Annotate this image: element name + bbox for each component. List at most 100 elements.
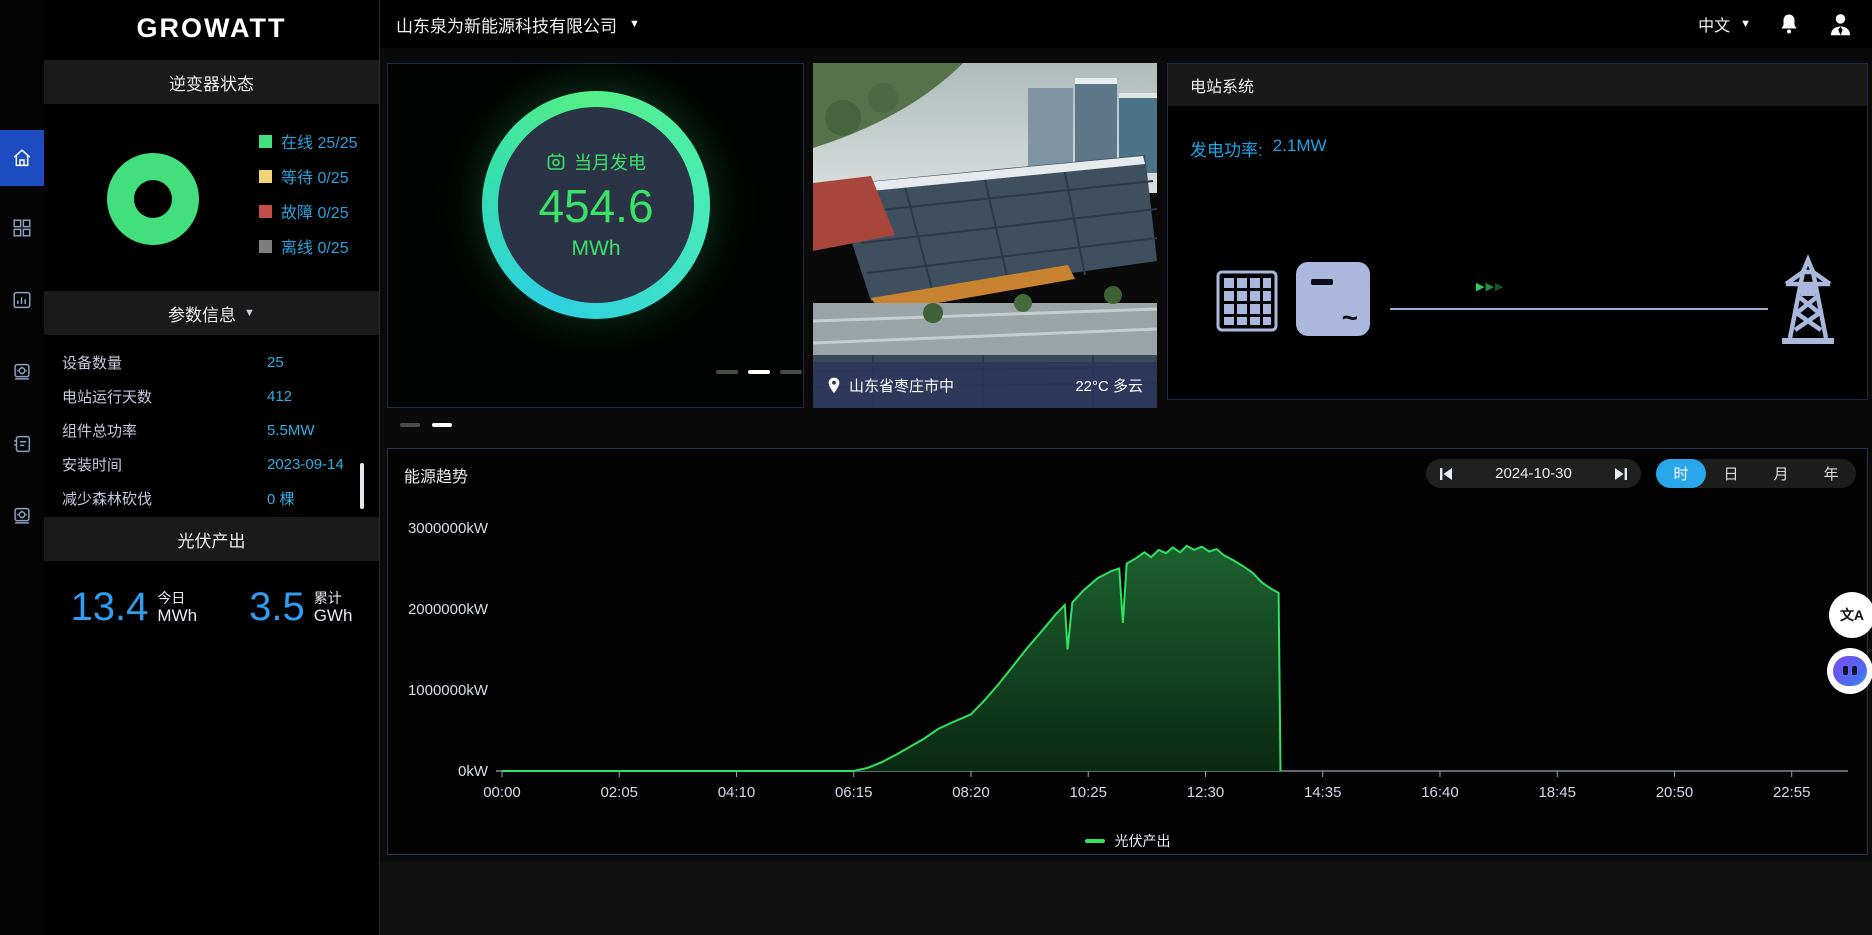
logbook-icon (11, 433, 33, 455)
status-label: 等待 0/25 (281, 164, 349, 188)
nav-rail (0, 0, 44, 935)
chevron-down-icon: ▼ (1740, 18, 1751, 30)
power-flow-arrows: ▶▶▶ (1476, 280, 1504, 293)
pv-total-value: 3.5 (249, 585, 305, 630)
notifications-button[interactable] (1777, 12, 1801, 36)
param-label: 设备数量 (62, 352, 267, 373)
energy-trend-chart: 0kW1000000kW2000000kW3000000kW00:0002:05… (388, 449, 1867, 814)
page-dash-inactive[interactable] (716, 370, 738, 374)
nav-item-devices[interactable] (0, 344, 44, 400)
param-value: 25 (267, 354, 379, 371)
chart-legend: 光伏产出 (388, 831, 1867, 851)
plant-photo-card: 山东省枣庄市中 22°C 多云 (813, 63, 1157, 408)
nav-item-home[interactable] (0, 130, 44, 186)
param-row: 设备数量25 (44, 345, 379, 379)
x-tick-label: 12:30 (1187, 784, 1225, 801)
home-icon (11, 147, 33, 169)
inverter-icon: ~ (1296, 262, 1370, 336)
param-label: 减少森林砍伐 (62, 488, 267, 509)
x-tick-label: 22:55 (1773, 784, 1811, 801)
bell-icon (1777, 12, 1801, 36)
language-selector[interactable]: 中文 ▼ (1698, 12, 1751, 36)
y-tick-label: 1000000kW (408, 682, 489, 699)
plant-system-card: 电站系统 发电功率: 2.1MW ~ ▶▶▶ (1167, 63, 1868, 400)
inverter-status-legend: 在线 25/25等待 0/25故障 0/25离线 0/25 (259, 130, 358, 257)
x-tick-label: 00:00 (483, 784, 521, 801)
monthly-generation-icon (546, 152, 566, 172)
footer-band (380, 862, 1872, 935)
x-tick-label: 06:15 (835, 784, 873, 801)
pv-today-value: 13.4 (71, 585, 149, 630)
status-legend-item: 故障 0/25 (259, 200, 358, 222)
x-tick-label: 16:40 (1421, 784, 1459, 801)
power-flow-line (1390, 308, 1768, 310)
param-row: 电站运行天数412 (44, 379, 379, 413)
pv-output-title: 光伏产出 (178, 527, 246, 552)
param-row: 组件总功率5.5MW (44, 413, 379, 447)
param-label: 安装时间 (62, 454, 267, 475)
inverter-status-header: 逆变器状态 (44, 60, 379, 104)
nav-item-apps[interactable] (0, 200, 44, 256)
weather-info: 22°C 多云 (1075, 375, 1143, 396)
x-tick-label: 02:05 (600, 784, 638, 801)
plant-selector-label: 山东泉为新能源科技有限公司 (396, 12, 617, 37)
solar-panel-icon (1216, 270, 1278, 332)
translate-button[interactable]: 文A (1829, 592, 1872, 638)
pv-total: 3.5 累计 GWh (249, 585, 352, 630)
page-dash-active[interactable] (432, 423, 452, 427)
legend-series-name: 光伏产出 (1115, 831, 1171, 851)
settings-gear-icon (11, 505, 33, 527)
pv-today-label: 今日 (157, 590, 197, 606)
plant-system-header: 电站系统 (1168, 64, 1867, 106)
pv-today-unit: MWh (157, 606, 197, 626)
nav-item-reports[interactable] (0, 272, 44, 328)
page-dash-active[interactable] (748, 370, 770, 374)
inverter-status-title: 逆变器状态 (169, 70, 254, 95)
pv-output-values: 13.4 今日 MWh 3.5 累计 GWh (44, 585, 379, 630)
param-row: 减少森林砍伐0 棵 (44, 481, 379, 515)
y-tick-label: 3000000kW (408, 520, 489, 537)
brand-logo: GROWATT (44, 0, 379, 56)
status-label: 故障 0/25 (281, 199, 349, 223)
account-button[interactable] (1827, 11, 1854, 38)
inverter-status-donut (107, 153, 199, 245)
params-header[interactable]: 参数信息 ▼ (44, 291, 379, 335)
energy-trend-card: 能源趋势 2024-10-30 时日月年 0kW1000000kW2000000… (387, 448, 1868, 855)
plant-photo (813, 63, 1157, 408)
status-legend-item: 离线 0/25 (259, 235, 358, 257)
chevron-down-icon: ▼ (244, 307, 255, 319)
legend-marker (1085, 839, 1105, 843)
pv-today: 13.4 今日 MWh (71, 585, 198, 630)
param-label: 组件总功率 (62, 420, 267, 441)
plant-selector[interactable]: 山东泉为新能源科技有限公司 ▼ (396, 0, 640, 48)
gauge-unit: MWh (572, 237, 621, 261)
gauge-page-indicators (716, 370, 802, 374)
x-tick-label: 20:50 (1656, 784, 1694, 801)
panel-scrollbar-thumb[interactable] (360, 463, 364, 509)
pv-total-unit: GWh (314, 606, 353, 626)
carousel-page-indicators (400, 423, 452, 427)
status-swatch (259, 205, 272, 218)
page-dash-inactive[interactable] (400, 423, 420, 427)
y-tick-label: 2000000kW (408, 601, 489, 618)
param-label: 电站运行天数 (62, 386, 267, 407)
nav-item-settings[interactable] (0, 488, 44, 544)
page-dash-inactive[interactable] (780, 370, 802, 374)
plant-location: 山东省枣庄市中 (849, 375, 954, 396)
generation-power: 发电功率: 2.1MW (1190, 136, 1327, 161)
pv-output-area (502, 546, 1281, 771)
param-row: 安装时间2023-09-14 (44, 447, 379, 481)
gauge-label: 当月发电 (574, 149, 646, 175)
nav-item-logs[interactable] (0, 416, 44, 472)
generation-power-label: 发电功率: (1190, 136, 1263, 161)
status-swatch (259, 135, 272, 148)
left-panel: GROWATT 逆变器状态 在线 25/25等待 0/25故障 0/25离线 0… (44, 0, 380, 935)
chevron-down-icon: ▼ (629, 18, 640, 30)
status-swatch (259, 240, 272, 253)
status-swatch (259, 170, 272, 183)
ai-assistant-button[interactable] (1827, 648, 1872, 694)
x-tick-label: 04:10 (718, 784, 756, 801)
chart-series (502, 546, 1281, 771)
params-title: 参数信息 (168, 301, 236, 326)
photo-info-bar: 山东省枣庄市中 22°C 多云 (813, 362, 1157, 408)
